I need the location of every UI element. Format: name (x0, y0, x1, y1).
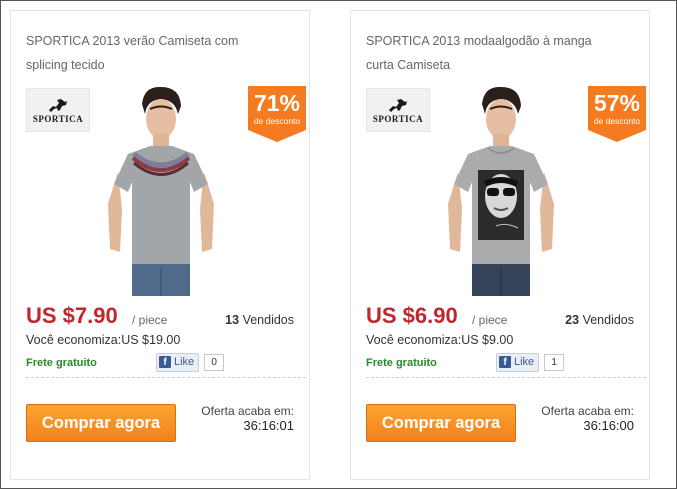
brand-name: SPORTICA (372, 113, 424, 124)
facebook-like: f Like 1 (496, 352, 565, 372)
brand-logo[interactable]: SPORTICA (366, 88, 430, 132)
savings: Você economiza:US $19.00 (26, 333, 180, 347)
product-card: SPORTICA 2013 modaalgodão à manga curta … (350, 10, 650, 480)
countdown-timer: 36:16:01 (243, 418, 294, 433)
brand-name: SPORTICA (32, 113, 84, 124)
like-label: Like (514, 356, 535, 368)
price-unit: / piece (472, 313, 508, 327)
countdown-timer: 36:16:00 (583, 418, 634, 433)
savings: Você economiza:US $9.00 (366, 333, 513, 347)
free-shipping: Frete gratuito (26, 357, 97, 369)
facebook-icon: f (499, 356, 511, 368)
sold-count: 13 Vendidos (225, 313, 294, 327)
like-button[interactable]: f Like (496, 352, 540, 372)
offer-ends-label: Oferta acaba em: (201, 404, 294, 418)
offer-ends-label: Oferta acaba em: (541, 404, 634, 418)
product-price: US $7.90 (26, 303, 118, 328)
sold-number: 13 (225, 313, 240, 327)
discount-percent: 71% (253, 90, 301, 116)
savings-amount: US $19.00 (121, 333, 181, 347)
facebook-icon: f (159, 356, 171, 368)
savings-label: Você economiza: (366, 333, 462, 347)
product-title[interactable]: SPORTICA 2013 modaalgodão à manga curta … (366, 29, 606, 77)
brand-logo[interactable]: SPORTICA (26, 88, 90, 132)
like-label: Like (174, 356, 195, 368)
price-unit: / piece (132, 313, 168, 327)
product-title[interactable]: SPORTICA 2013 verão Camiseta com splicin… (26, 29, 266, 77)
deal-panel: SPORTICA 2013 verão Camiseta com splicin… (0, 0, 677, 489)
sold-label: Vendidos (582, 313, 634, 327)
savings-amount: US $9.00 (461, 333, 514, 347)
divider (26, 377, 306, 378)
discount-percent: 57% (593, 90, 641, 116)
sold-label: Vendidos (242, 313, 294, 327)
savings-label: Você economiza: (26, 333, 122, 347)
product-price: US $6.90 (366, 303, 458, 328)
product-image[interactable] (440, 84, 562, 296)
buy-now-button[interactable]: Comprar agora (366, 404, 516, 442)
horse-icon (389, 98, 407, 112)
discount-label: de desconto (253, 116, 301, 126)
horse-icon (49, 98, 67, 112)
discount-badge: 57% de desconto (588, 86, 646, 142)
like-button[interactable]: f Like (156, 352, 200, 372)
discount-label: de desconto (593, 116, 641, 126)
sold-number: 23 (565, 313, 580, 327)
free-shipping: Frete gratuito (366, 357, 437, 369)
like-count: 0 (204, 353, 225, 371)
facebook-like: f Like 0 (156, 352, 225, 372)
product-image[interactable] (100, 84, 222, 296)
buy-now-button[interactable]: Comprar agora (26, 404, 176, 442)
divider (366, 377, 646, 378)
like-count: 1 (544, 353, 565, 371)
discount-badge: 71% de desconto (248, 86, 306, 142)
sold-count: 23 Vendidos (565, 313, 634, 327)
product-card: SPORTICA 2013 verão Camiseta com splicin… (10, 10, 310, 480)
